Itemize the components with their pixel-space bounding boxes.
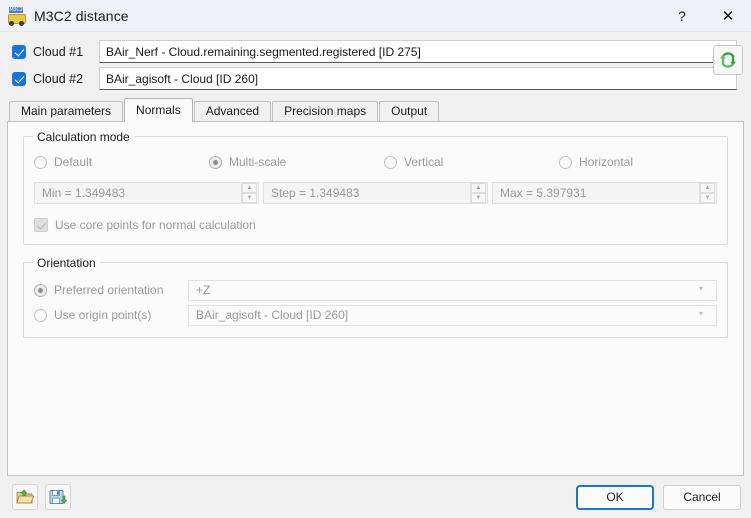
calculation-mode-title: Calculation mode [33,130,134,144]
cloud2-checkbox[interactable] [12,72,26,86]
tab-main-parameters[interactable]: Main parameters [9,101,123,121]
step-spin-up-icon[interactable]: ▲ [471,183,486,193]
min-spinbox-arrows[interactable]: ▲ ▼ [241,183,257,203]
cloud1-combobox[interactable]: BAir_Nerf - Cloud.remaining.segmented.re… [99,40,737,63]
load-parameters-button[interactable] [12,484,38,510]
radio-multi-scale[interactable]: Multi-scale [209,155,384,169]
max-spinbox-value: Max = 5.397931 [493,186,699,200]
titlebar: M3C2 M3C2 distance ? ✕ [0,0,751,32]
origin-points-value: BAir_agisoft - Cloud [ID 260] [196,308,348,322]
radio-vertical-indicator [384,156,397,169]
chevron-down-icon: ▾ [699,311,708,316]
step-spin-down-icon[interactable]: ▼ [471,193,486,203]
radio-vertical[interactable]: Vertical [384,155,559,169]
step-spinbox-value: Step = 1.349483 [264,186,470,200]
cancel-button[interactable]: Cancel [663,485,741,510]
swap-clouds-icon [718,50,738,70]
cloud2-combobox[interactable]: BAir_agisoft - Cloud [ID 260] [99,67,737,90]
radio-multi-scale-indicator [209,156,222,169]
cloud-row-1: Cloud #1 BAir_Nerf - Cloud.remaining.seg… [0,38,751,65]
app-icon-wheel-right [19,21,24,26]
min-spin-down-icon[interactable]: ▼ [242,193,257,203]
radio-preferred-orientation-indicator [34,284,47,297]
preferred-orientation-row: Preferred orientation +Z ▾ [34,278,717,302]
radio-use-origin-points-label: Use origin point(s) [54,308,151,322]
cloud-selection-area: Cloud #1 BAir_Nerf - Cloud.remaining.seg… [0,32,751,92]
app-icon-label: M3C2 [9,7,23,13]
calculation-mode-group: Calculation mode Default Multi-scale Ver… [23,136,728,245]
max-spinbox-arrows[interactable]: ▲ ▼ [699,183,715,203]
step-spinbox-arrows[interactable]: ▲ ▼ [470,183,486,203]
normals-tab-page: Calculation mode Default Multi-scale Ver… [7,121,744,476]
radio-default[interactable]: Default [34,155,209,169]
origin-points-row: Use origin point(s) BAir_agisoft - Cloud… [34,303,717,327]
calculation-mode-radios: Default Multi-scale Vertical Horizontal [34,151,717,173]
preferred-orientation-value: +Z [196,283,210,297]
dialog-footer: OK Cancel [0,476,751,518]
radio-multi-scale-label: Multi-scale [229,155,286,169]
min-spin-up-icon[interactable]: ▲ [242,183,257,193]
radio-default-label: Default [54,155,92,169]
tabstrip: Main parameters Normals Advanced Precisi… [0,97,751,121]
close-icon[interactable]: ✕ [705,0,751,32]
min-spinbox-value: Min = 1.349483 [35,186,241,200]
open-folder-icon [16,489,34,505]
chevron-down-icon: ▾ [699,286,708,291]
tab-normals[interactable]: Normals [124,98,193,122]
radio-preferred-orientation-label: Preferred orientation [54,283,163,297]
step-spinbox[interactable]: Step = 1.349483 ▲ ▼ [263,182,488,204]
orientation-group: Orientation Preferred orientation +Z ▾ U… [23,262,728,338]
radio-horizontal-indicator [559,156,572,169]
save-parameters-button[interactable] [45,484,71,510]
radio-preferred-orientation[interactable]: Preferred orientation [34,283,182,297]
app-icon-wheel-left [9,21,14,26]
tab-advanced[interactable]: Advanced [194,101,271,121]
origin-points-combobox[interactable]: BAir_agisoft - Cloud [ID 260] ▾ [188,305,717,326]
tab-output[interactable]: Output [379,101,439,121]
radio-default-indicator [34,156,47,169]
radio-horizontal-label: Horizontal [579,155,633,169]
cloud-row-2: Cloud #2 BAir_agisoft - Cloud [ID 260] [0,65,751,92]
max-spin-up-icon[interactable]: ▲ [700,183,715,193]
tab-precision-maps[interactable]: Precision maps [272,101,378,121]
use-core-points-label: Use core points for normal calculation [55,218,256,232]
cloud2-label: Cloud #2 [33,72,91,86]
use-core-points-row[interactable]: Use core points for normal calculation [34,216,717,234]
help-button[interactable]: ? [659,0,705,32]
orientation-title: Orientation [33,256,100,270]
use-core-points-checkbox[interactable] [34,218,48,232]
radio-use-origin-points-indicator [34,309,47,322]
scale-spinboxes: Min = 1.349483 ▲ ▼ Step = 1.349483 ▲ ▼ M… [34,182,717,204]
window-title: M3C2 distance [34,8,129,24]
save-floppy-icon [49,489,67,505]
max-spinbox[interactable]: Max = 5.397931 ▲ ▼ [492,182,717,204]
m3c2-distance-dialog: M3C2 M3C2 distance ? ✕ Cloud #1 BAir_Ner… [0,0,751,518]
min-spinbox[interactable]: Min = 1.349483 ▲ ▼ [34,182,259,204]
cloud1-checkbox[interactable] [12,45,26,59]
ok-button[interactable]: OK [576,485,654,510]
swap-clouds-button[interactable] [713,45,743,75]
m3c2-app-icon: M3C2 [7,6,27,26]
radio-vertical-label: Vertical [404,155,443,169]
max-spin-down-icon[interactable]: ▼ [700,193,715,203]
preferred-orientation-combobox[interactable]: +Z ▾ [188,280,717,301]
titlebar-buttons: ? ✕ [659,0,751,32]
radio-horizontal[interactable]: Horizontal [559,155,633,169]
radio-use-origin-points[interactable]: Use origin point(s) [34,308,182,322]
cloud1-label: Cloud #1 [33,45,91,59]
